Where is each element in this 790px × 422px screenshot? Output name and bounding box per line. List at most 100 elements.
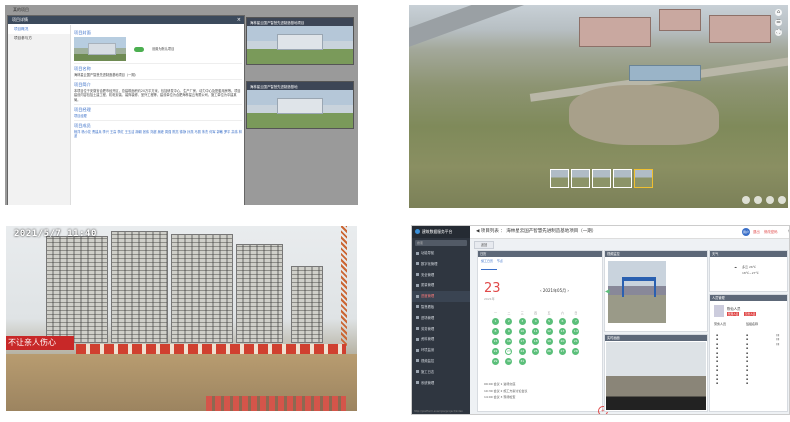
zoom-in-icon[interactable] [754, 196, 762, 204]
calendar-day[interactable]: 11 [532, 328, 540, 335]
member-tag[interactable]: 高伟 [231, 130, 238, 134]
member-tag[interactable]: 郭敏 [217, 130, 224, 134]
scrollbar[interactable]: ▮▮▮▮▮▮ [776, 333, 780, 346]
calendar-day[interactable]: 26 [545, 348, 553, 355]
scene-thumbnail[interactable] [550, 169, 569, 188]
weather-panel: 天气 ☁ 多云 26℃ 18℃~27℃ [709, 250, 788, 292]
cover-image[interactable] [74, 37, 126, 61]
zoom-out-icon[interactable] [766, 196, 774, 204]
logout-link[interactable]: 退出 [753, 229, 760, 234]
sidebar-item[interactable]: 进场管理 [412, 313, 470, 324]
calendar-day[interactable]: 20 [558, 338, 566, 345]
avatar[interactable]: 用户 [742, 228, 750, 236]
sidebar-search-input[interactable]: 搜索 [415, 240, 467, 246]
calendar-day[interactable]: 9 [505, 328, 513, 335]
sidebar-item[interactable]: 施工日志 [412, 367, 470, 378]
scene-thumbnail[interactable] [571, 169, 590, 188]
calendar-day[interactable]: 27 [558, 348, 566, 355]
name-label: 项目名称 [74, 66, 91, 71]
sidebar-item[interactable]: 智慧看板 [412, 302, 470, 313]
camera-feed-2[interactable] [606, 342, 706, 410]
member-tag[interactable]: 马丽 [194, 130, 201, 134]
calendar-day[interactable]: 16 [505, 338, 513, 345]
sidebar-item[interactable]: 功能导航 [412, 248, 470, 259]
calendar-day[interactable]: 18 [532, 338, 540, 345]
calendar-day[interactable]: 24 [518, 348, 526, 355]
nav-item-participants[interactable]: 项目参与方 [8, 34, 70, 43]
calendar-day[interactable]: 2 [505, 318, 513, 325]
member-tag[interactable]: 李兴 [103, 130, 110, 134]
residential-building [46, 236, 108, 343]
sidebar-item[interactable]: 资料管理 [412, 334, 470, 345]
calendar-day[interactable]: 19 [545, 338, 553, 345]
member-tag[interactable]: 李红 [117, 130, 124, 134]
calendar-day[interactable]: 7 [572, 318, 580, 325]
back-button[interactable]: 返回 [474, 241, 494, 249]
nav-item-overview[interactable]: 项目概况 [8, 25, 70, 34]
close-icon[interactable]: × [237, 16, 241, 24]
breadcrumb-prefix[interactable]: 项目列表 [481, 229, 499, 234]
aerial-panorama-view[interactable]: ⌂ ☰ ⛶ [409, 5, 788, 208]
manager-value[interactable]: 项目经理 [74, 114, 242, 118]
camera-feed[interactable] [608, 261, 666, 323]
calendar-day[interactable]: 13 [558, 328, 566, 335]
sidebar-item[interactable]: 系统管理 [412, 378, 470, 389]
sidebar-item[interactable]: 视频监控 [412, 356, 470, 367]
member-tag[interactable]: 何军 [209, 130, 216, 134]
menu-icon[interactable]: ☰ [775, 19, 782, 26]
member-tag[interactable]: 张伟 [143, 130, 150, 134]
member-tag[interactable]: 徐静 [180, 130, 187, 134]
member-tag[interactable]: 曹建兵 [92, 130, 103, 134]
home-icon[interactable]: ⌂ [775, 9, 782, 16]
tab-milestones[interactable]: 节点 [497, 259, 503, 263]
calendar-day[interactable]: 6 [558, 318, 566, 325]
calendar-day[interactable]: 28 [572, 348, 580, 355]
sidebar-item[interactable]: 质量管理 [412, 280, 470, 291]
calendar-day[interactable]: 1 [492, 318, 499, 325]
calendar-day[interactable]: 17 [518, 338, 526, 345]
calendar-day[interactable]: 10 [518, 328, 526, 335]
default-project-toggle[interactable] [134, 46, 144, 52]
scene-thumbnail[interactable] [592, 169, 611, 188]
calendar-day[interactable]: 14 [572, 328, 580, 335]
vr-icon[interactable] [778, 196, 786, 204]
member-tag[interactable]: 吴峰 [157, 130, 164, 134]
tab-schedule[interactable]: 施工日历 [481, 259, 493, 263]
calendar-day[interactable]: 21 [572, 338, 580, 345]
calendar-day[interactable]: 25 [532, 348, 540, 355]
calendar-day[interactable]: 8 [492, 328, 499, 335]
agenda-item[interactable]: 14:00 会议 3 现场检查 [484, 394, 527, 401]
sidebar-item[interactable]: 数字化管理 [412, 259, 470, 270]
calendar-day[interactable]: 4 [532, 318, 540, 325]
project-card[interactable]: 海林星云国产智慧先进制造基地项目 [246, 17, 354, 65]
member-tag[interactable]: 胡朝 [135, 130, 142, 134]
calendar-day[interactable]: 29 [492, 358, 499, 365]
project-card[interactable]: 海林星云国产智慧先进制造基地 [246, 81, 354, 129]
sidebar-item[interactable]: 安全管理 [412, 270, 470, 281]
change-password-link[interactable]: 修改密码 [764, 229, 778, 234]
sidebar-item[interactable]: 劳务管理 [412, 324, 470, 335]
calendar-day[interactable]: 31 [518, 358, 526, 365]
calendar-day[interactable]: 22 [492, 348, 499, 355]
project-intro: 本项目位于安徽省合肥市经开区，总建筑面积约20万平方米，包括研发中心、生产厂房、… [74, 89, 241, 102]
calendar-day[interactable]: 12 [545, 328, 553, 335]
member-tag[interactable]: 杨小花 [81, 130, 92, 134]
sidebar-item[interactable]: 环境监测 [412, 345, 470, 356]
calendar-day[interactable]: 15 [492, 338, 499, 345]
status-url: http://platform.example/project/index [414, 410, 463, 413]
calendar-day[interactable]: 23 [505, 348, 513, 355]
members-list[interactable]: 杨洋 杨小花 曹建兵 李兴 王高 李红 王玉洁 胡朝 张伟 刘超 吴峰 周强 陈… [74, 130, 242, 138]
member-tag[interactable]: 陈亮 [172, 130, 179, 134]
next-month-icon[interactable]: › [566, 288, 569, 293]
fullscreen-icon[interactable]: ⛶ [775, 29, 782, 36]
scene-thumbnail[interactable] [634, 169, 653, 188]
calendar-day[interactable]: 30 [505, 358, 513, 365]
tab-labor[interactable]: 劳务人员 [714, 322, 726, 326]
compass-icon[interactable] [742, 196, 750, 204]
calendar-day[interactable]: 5 [545, 318, 553, 325]
sidebar-item[interactable]: 进度管理 [412, 291, 470, 302]
member-tag[interactable]: 王玉洁 [125, 130, 136, 134]
arrow-left-icon[interactable]: ◀ [605, 288, 610, 295]
calendar-day[interactable]: 3 [518, 318, 526, 325]
scene-thumbnail[interactable] [613, 169, 632, 188]
